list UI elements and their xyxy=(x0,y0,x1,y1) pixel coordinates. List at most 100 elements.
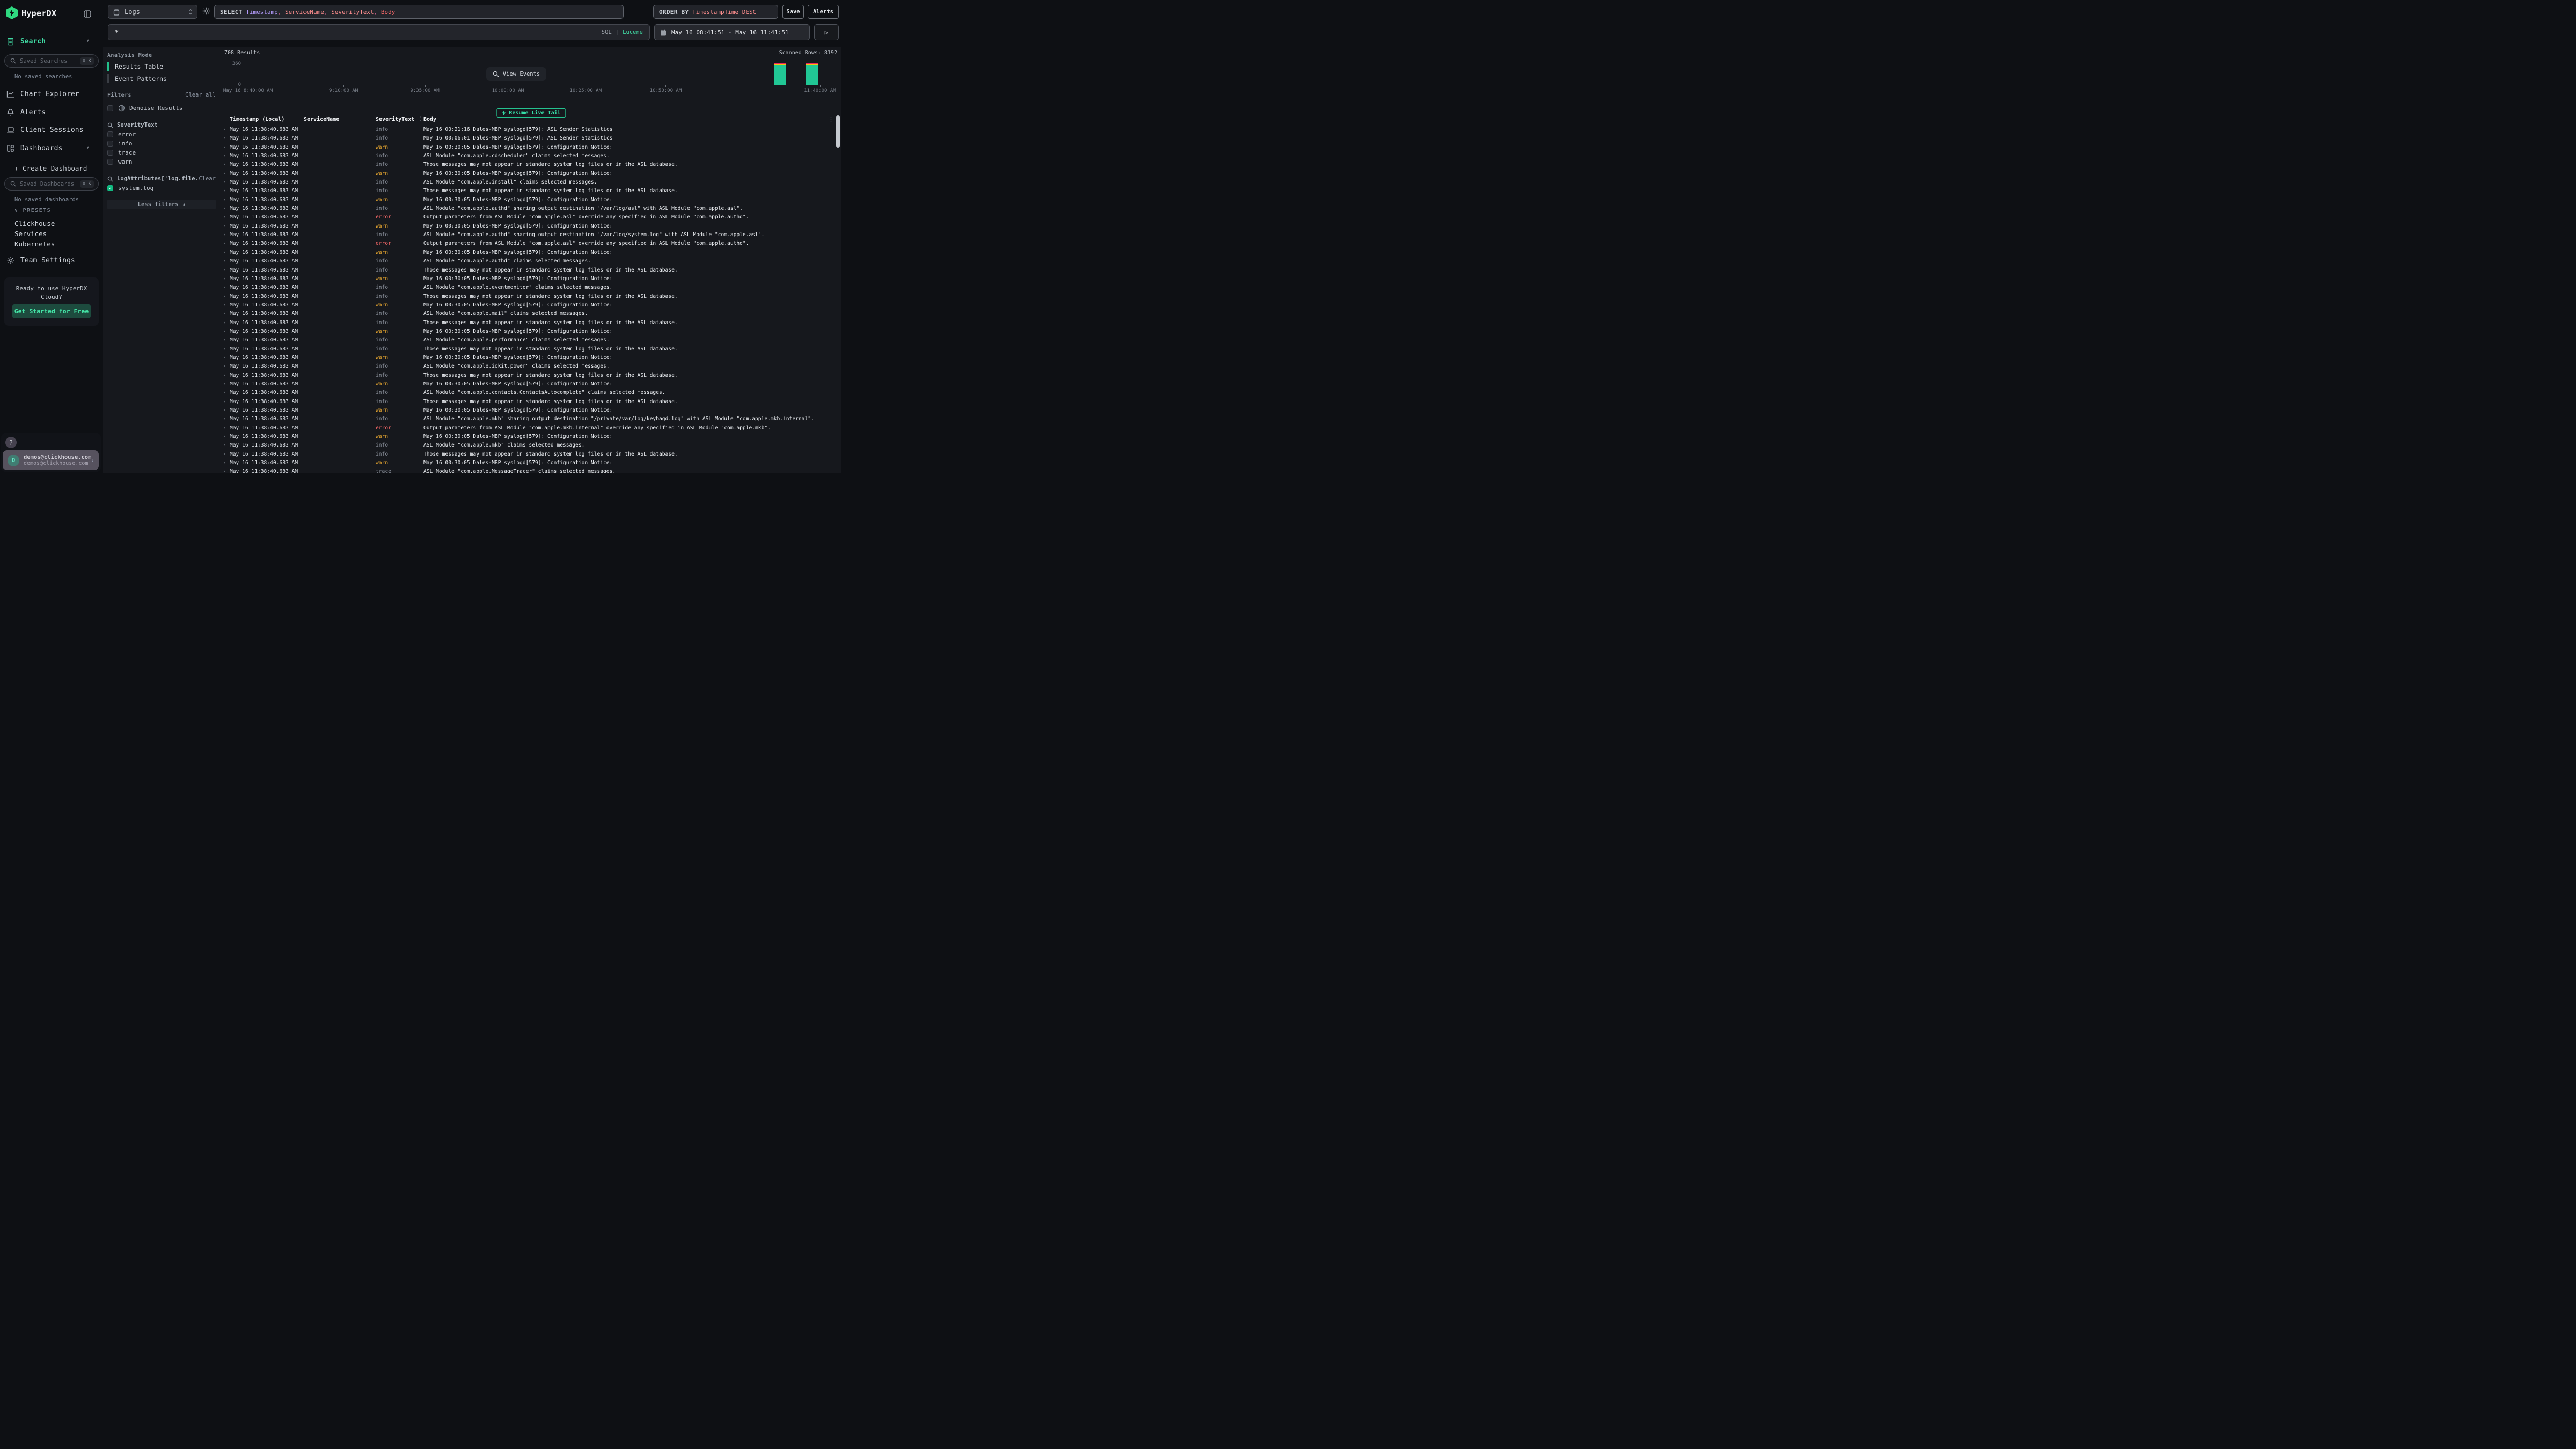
row-expand-chevron-icon[interactable]: › xyxy=(223,170,226,178)
row-expand-chevron-icon[interactable]: › xyxy=(223,433,226,441)
time-range-picker[interactable]: May 16 08:41:51 - May 16 11:41:51 xyxy=(654,24,810,40)
row-expand-chevron-icon[interactable]: › xyxy=(223,275,226,283)
table-row[interactable]: ›May 16 11:38:40.683 AMwarnMay 16 00:30:… xyxy=(221,170,835,178)
table-row[interactable]: ›May 16 11:38:40.683 AMinfoASL Module "c… xyxy=(221,415,835,423)
less-filters-button[interactable]: Less filters ∧ xyxy=(107,200,216,209)
results-histogram[interactable]: 360 0 May 16 8:40:00 AM9:10:00 AM9:35:00… xyxy=(221,60,841,96)
checkbox[interactable]: ✓ xyxy=(107,185,113,191)
row-expand-chevron-icon[interactable]: › xyxy=(223,283,226,292)
table-row[interactable]: ›May 16 11:38:40.683 AMinfoThose message… xyxy=(221,160,835,169)
row-expand-chevron-icon[interactable]: › xyxy=(223,178,226,187)
row-expand-chevron-icon[interactable]: › xyxy=(223,415,226,423)
row-expand-chevron-icon[interactable]: › xyxy=(223,310,226,318)
row-expand-chevron-icon[interactable]: › xyxy=(223,336,226,345)
table-row[interactable]: ›May 16 11:38:40.683 AMinfoThose message… xyxy=(221,319,835,327)
row-expand-chevron-icon[interactable]: › xyxy=(223,222,226,231)
mode-event-patterns[interactable]: Event Patterns xyxy=(107,74,216,83)
row-expand-chevron-icon[interactable]: › xyxy=(223,187,226,195)
table-row[interactable]: ›May 16 11:38:40.683 AMerrorOutput param… xyxy=(221,239,835,248)
clear-all-link[interactable]: Clear all xyxy=(185,92,216,98)
table-row[interactable]: ›May 16 11:38:40.683 AMwarnMay 16 00:30:… xyxy=(221,380,835,389)
row-expand-chevron-icon[interactable]: › xyxy=(223,319,226,327)
preset-item-services[interactable]: Services xyxy=(14,230,47,238)
get-started-button[interactable]: Get Started for Free xyxy=(12,304,91,318)
row-expand-chevron-icon[interactable]: › xyxy=(223,152,226,160)
preset-item-kubernetes[interactable]: Kubernetes xyxy=(14,240,55,248)
row-expand-chevron-icon[interactable]: › xyxy=(223,231,226,239)
table-row[interactable]: ›May 16 11:38:40.683 AMinfoASL Module "c… xyxy=(221,283,835,292)
row-expand-chevron-icon[interactable]: › xyxy=(223,345,226,354)
row-expand-chevron-icon[interactable]: › xyxy=(223,248,226,257)
row-expand-chevron-icon[interactable]: › xyxy=(223,450,226,459)
table-row[interactable]: ›May 16 11:38:40.683 AMinfoThose message… xyxy=(221,398,835,406)
checkbox[interactable] xyxy=(107,141,113,147)
search-query-input[interactable]: * SQL | Lucene xyxy=(108,24,650,40)
row-expand-chevron-icon[interactable]: › xyxy=(223,266,226,275)
row-expand-chevron-icon[interactable]: › xyxy=(223,406,226,415)
checkbox[interactable] xyxy=(107,131,113,137)
language-lucene[interactable]: Lucene xyxy=(623,29,643,35)
table-row[interactable]: ›May 16 11:38:40.683 AMinfoMay 16 00:06:… xyxy=(221,134,835,143)
table-row[interactable]: ›May 16 11:38:40.683 AMerrorOutput param… xyxy=(221,424,835,433)
table-row[interactable]: ›May 16 11:38:40.683 AMinfoASL Module "c… xyxy=(221,362,835,371)
table-row[interactable]: ›May 16 11:38:40.683 AMwarnMay 16 00:30:… xyxy=(221,275,835,283)
filter-option-trace[interactable]: trace xyxy=(107,148,216,157)
table-row[interactable]: ›May 16 11:38:40.683 AMwarnMay 16 00:30:… xyxy=(221,433,835,441)
table-row[interactable]: ›May 16 11:38:40.683 AMwarnMay 16 00:30:… xyxy=(221,459,835,467)
checkbox[interactable] xyxy=(107,150,113,156)
row-expand-chevron-icon[interactable]: › xyxy=(223,126,226,134)
sidebar-collapse-icon[interactable] xyxy=(83,10,92,18)
table-row[interactable]: ›May 16 11:38:40.683 AMinfoASL Module "c… xyxy=(221,152,835,160)
table-row[interactable]: ›May 16 11:38:40.683 AMinfoASL Module "c… xyxy=(221,336,835,345)
table-row[interactable]: ›May 16 11:38:40.683 AMinfoASL Module "c… xyxy=(221,257,835,266)
table-row[interactable]: ›May 16 11:38:40.683 AMinfoASL Module "c… xyxy=(221,231,835,239)
user-menu[interactable]: D demos@clickhouse.com demos@clickhouse.… xyxy=(3,450,99,470)
clear-facet-link[interactable]: Clear xyxy=(199,175,216,182)
row-expand-chevron-icon[interactable]: › xyxy=(223,424,226,433)
save-button[interactable]: Save xyxy=(782,5,804,19)
row-expand-chevron-icon[interactable]: › xyxy=(223,354,226,362)
alerts-button[interactable]: Alerts xyxy=(808,5,839,19)
order-by-input[interactable]: ORDER BY TimestampTime DESC xyxy=(653,5,778,19)
sidebar-item-client-sessions[interactable]: Client Sessions xyxy=(0,124,103,136)
row-expand-chevron-icon[interactable]: › xyxy=(223,467,226,473)
checkbox[interactable] xyxy=(107,105,113,111)
sidebar-item-chart-explorer[interactable]: Chart Explorer xyxy=(0,88,103,100)
row-expand-chevron-icon[interactable]: › xyxy=(223,371,226,380)
column-resize-handle[interactable]: ⋮ xyxy=(418,116,423,122)
filter-option-error[interactable]: error xyxy=(107,130,216,139)
table-row[interactable]: ›May 16 11:38:40.683 AMwarnMay 16 00:30:… xyxy=(221,406,835,415)
table-row[interactable]: ›May 16 11:38:40.683 AMinfoASL Module "c… xyxy=(221,204,835,213)
row-expand-chevron-icon[interactable]: › xyxy=(223,204,226,213)
row-expand-chevron-icon[interactable]: › xyxy=(223,398,226,406)
column-header-servicename[interactable]: ServiceName xyxy=(304,116,339,122)
sidebar-item-dashboards[interactable]: Dashboards ∧ xyxy=(0,142,103,154)
table-row[interactable]: ›May 16 11:38:40.683 AMwarnMay 16 00:30:… xyxy=(221,196,835,204)
denoise-results-option[interactable]: Denoise Results xyxy=(107,104,216,113)
table-row[interactable]: ›May 16 11:38:40.683 AMwarnMay 16 00:30:… xyxy=(221,222,835,231)
checkbox[interactable] xyxy=(107,159,113,165)
table-row[interactable]: ›May 16 11:38:40.683 AMwarnMay 16 00:30:… xyxy=(221,327,835,336)
source-settings-gear-icon[interactable] xyxy=(202,6,211,16)
column-resize-handle[interactable]: ⋮ xyxy=(368,116,372,122)
sidebar-item-search[interactable]: Search ∧ xyxy=(0,35,103,47)
row-expand-chevron-icon[interactable]: › xyxy=(223,292,226,301)
column-header-severitytext[interactable]: SeverityText xyxy=(376,116,414,122)
column-header-timestamp[interactable]: Timestamp (Local) xyxy=(230,116,284,122)
run-query-button[interactable]: ▷ xyxy=(814,24,839,40)
table-row[interactable]: ›May 16 11:38:40.683 AMinfoThose message… xyxy=(221,187,835,195)
results-scrollbar[interactable] xyxy=(836,115,840,148)
filter-option-warn[interactable]: warn xyxy=(107,157,216,166)
table-row[interactable]: ›May 16 11:38:40.683 AMinfoMay 16 00:21:… xyxy=(221,126,835,134)
row-expand-chevron-icon[interactable]: › xyxy=(223,301,226,310)
filter-option-info[interactable]: info xyxy=(107,139,216,148)
row-expand-chevron-icon[interactable]: › xyxy=(223,196,226,204)
row-expand-chevron-icon[interactable]: › xyxy=(223,143,226,152)
table-row[interactable]: ›May 16 11:38:40.683 AMinfoThose message… xyxy=(221,345,835,354)
row-expand-chevron-icon[interactable]: › xyxy=(223,441,226,450)
column-resize-handle[interactable]: ⋮ xyxy=(297,116,302,122)
help-button[interactable]: ? xyxy=(5,437,17,448)
row-expand-chevron-icon[interactable]: › xyxy=(223,134,226,143)
table-row[interactable]: ›May 16 11:38:40.683 AMinfoThose message… xyxy=(221,450,835,459)
table-row[interactable]: ›May 16 11:38:40.683 AMwarnMay 16 00:30:… xyxy=(221,143,835,152)
